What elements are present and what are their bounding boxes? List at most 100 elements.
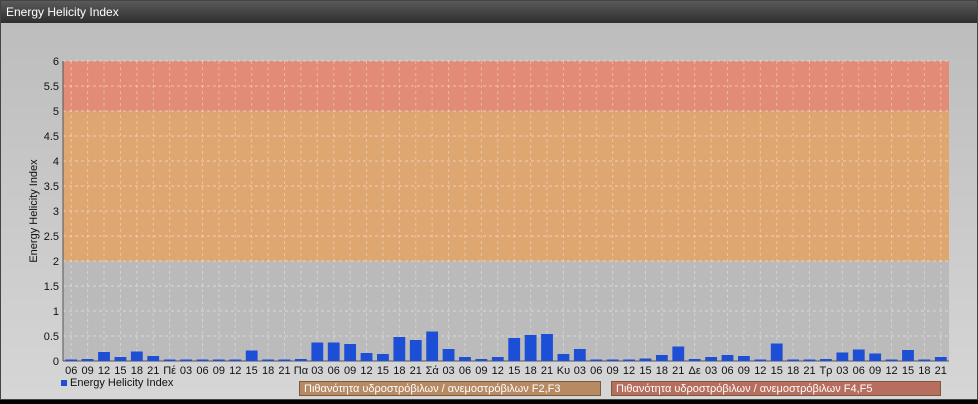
bar-16 <box>327 342 340 361</box>
x-tick-label: 06 <box>328 365 340 377</box>
bar-36 <box>655 355 668 361</box>
bar-48 <box>852 349 865 361</box>
bar-44 <box>787 359 800 361</box>
x-tick-label: 18 <box>918 365 930 377</box>
x-tick-label: 12 <box>754 365 766 377</box>
x-tick-label: 21 <box>541 365 553 377</box>
y-tick-label: 4.5 <box>44 131 59 143</box>
y-tick-label: 0.5 <box>44 331 59 343</box>
bar-33 <box>606 359 619 361</box>
y-tick-label: 1 <box>53 306 59 318</box>
bar-39 <box>705 357 717 361</box>
window-title: Energy Helicity Index <box>1 1 977 23</box>
legend: Energy Helicity Index <box>61 377 173 389</box>
y-tick-label: 3.5 <box>44 181 59 193</box>
bar-37 <box>672 346 685 361</box>
x-tick-label: 21 <box>278 365 290 377</box>
x-tick-label: 15 <box>902 365 914 377</box>
y-tick-label: 2.5 <box>44 231 59 243</box>
x-tick-label: 18 <box>393 365 405 377</box>
x-tick-label: 06 <box>590 365 602 377</box>
x-tick-label: 21 <box>803 365 815 377</box>
x-tick-label: 09 <box>475 365 487 377</box>
bar-32 <box>590 359 603 361</box>
x-tick-label: 21 <box>672 365 684 377</box>
bar-31 <box>573 349 586 361</box>
bar-28 <box>524 335 537 361</box>
bar-3 <box>114 357 127 361</box>
bar-23 <box>442 349 455 361</box>
x-tick-label: Πα <box>294 365 309 377</box>
x-tick-label: 09 <box>344 365 356 377</box>
bar-30 <box>557 354 570 361</box>
x-tick-label: 15 <box>246 365 258 377</box>
bar-53 <box>934 357 947 361</box>
bar-21 <box>409 340 422 361</box>
bar-35 <box>639 358 652 361</box>
y-axis-label: Energy Helicity Index <box>28 159 40 263</box>
bar-11 <box>245 350 258 361</box>
x-tick-label: 12 <box>98 365 110 377</box>
bar-24 <box>459 357 471 361</box>
x-tick-label: 15 <box>114 365 126 377</box>
y-tick-label: 2 <box>53 256 59 268</box>
bar-14 <box>295 359 307 361</box>
legend-zone-f4f5-label: Πιθανότητα υδροστρόβιλων / ανεμοστρόβιλω… <box>616 383 873 395</box>
bar-9 <box>212 359 225 361</box>
x-tick-label: 15 <box>639 365 651 377</box>
bar-13 <box>278 359 291 361</box>
x-tick-label: 21 <box>147 365 159 377</box>
x-tick-label: 09 <box>869 365 881 377</box>
x-tick-label: 12 <box>360 365 372 377</box>
bar-15 <box>311 342 324 361</box>
x-tick-label: Κυ <box>557 365 570 377</box>
x-tick-label: Σά <box>426 365 440 377</box>
bar-10 <box>229 359 242 361</box>
ehi-chart: 0 0.5 1 1.5 2 2.5 3 3.5 4 4.5 5 5.5 6 Energy Helicity… <box>28 56 949 377</box>
bar-8 <box>196 359 209 361</box>
legend-zone-f4f5: Πιθανότητα υδροστρόβιλων / ανεμοστρόβιλω… <box>611 381 941 396</box>
x-tick-label: 06 <box>459 365 471 377</box>
x-tick-label: 09 <box>213 365 225 377</box>
bar-26 <box>491 357 504 361</box>
x-tick-label: 12 <box>492 365 504 377</box>
bar-47 <box>836 352 849 361</box>
bar-0 <box>65 359 78 361</box>
x-tick-label: 03 <box>311 365 323 377</box>
x-tick-label: 12 <box>623 365 635 377</box>
bar-51 <box>902 350 914 361</box>
bar-38 <box>688 359 701 361</box>
x-tick-label: 09 <box>738 365 750 377</box>
x-tick-label: 18 <box>131 365 143 377</box>
bar-50 <box>885 359 898 361</box>
x-tick-label: 12 <box>229 365 241 377</box>
x-tick-label: 15 <box>771 365 783 377</box>
x-tick-label: 06 <box>721 365 733 377</box>
legend-series-label: Energy Helicity Index <box>70 377 174 389</box>
bar-42 <box>754 359 767 361</box>
bar-1 <box>81 359 94 361</box>
bar-41 <box>738 356 750 361</box>
bar-6 <box>163 359 176 361</box>
x-tick-label: 15 <box>377 365 389 377</box>
bar-34 <box>623 359 635 361</box>
x-tick-label: 06 <box>65 365 77 377</box>
x-tick-label: 18 <box>656 365 668 377</box>
y-tick-label: 4 <box>53 156 59 168</box>
x-tick-label: 09 <box>607 365 619 377</box>
bar-17 <box>344 344 357 361</box>
y-tick-label: 0 <box>53 356 59 368</box>
bar-27 <box>508 338 521 361</box>
x-tick-label: 21 <box>410 365 422 377</box>
legend-zone-f2f3-label: Πιθανότητα υδροστρόβιλων / ανεμοστρόβιλω… <box>304 383 561 395</box>
bar-52 <box>918 359 931 361</box>
y-tick-label: 6 <box>53 56 59 68</box>
bar-7 <box>180 359 192 361</box>
bar-20 <box>393 337 406 361</box>
series-swatch <box>61 380 67 387</box>
x-tick-label: Τρ <box>819 365 832 377</box>
x-tick-label: 18 <box>787 365 799 377</box>
x-tick-label: 06 <box>853 365 865 377</box>
x-tick-label: 03 <box>574 365 586 377</box>
bar-2 <box>98 352 110 361</box>
